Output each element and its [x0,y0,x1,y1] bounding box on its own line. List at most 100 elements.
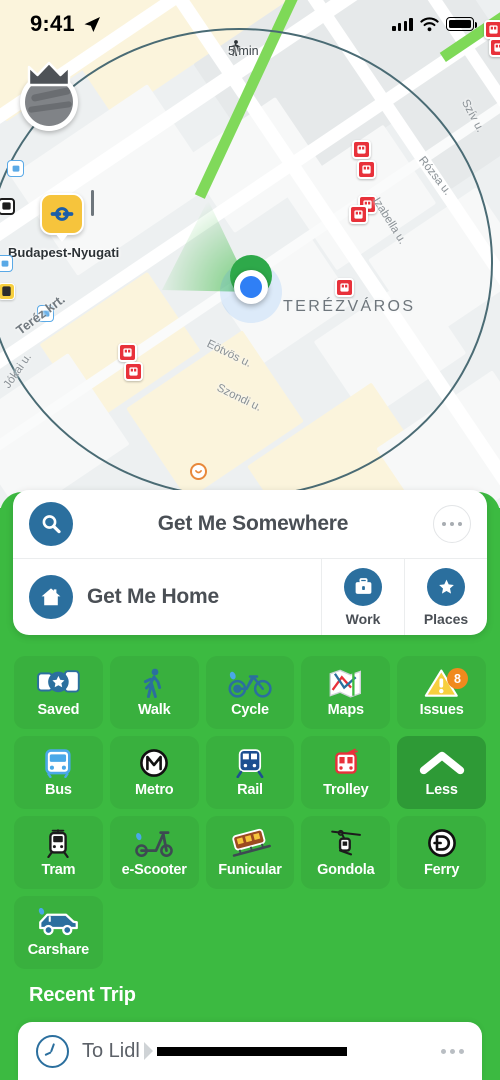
search-overflow-button[interactable] [433,505,471,543]
tile-label: Rail [237,782,263,798]
smiley-icon [195,470,202,474]
transit-poi-pin[interactable] [357,160,376,179]
wifi-icon [420,16,439,31]
tile-rail[interactable]: Rail [205,736,295,809]
metro-m-icon [139,747,169,779]
transit-poi-pin[interactable] [335,278,354,297]
search-icon [42,515,61,534]
tile-bus[interactable]: Bus [14,736,103,809]
tile-maps[interactable]: Maps [301,656,391,729]
get-me-home-button[interactable]: Get Me Home [13,559,321,635]
transit-poi-pin[interactable] [118,343,137,362]
trolley-icon [129,367,138,376]
tile-issues[interactable]: Issues 8 [397,656,486,729]
tile-walk[interactable]: Walk [109,656,199,729]
bus-icon [44,747,72,779]
trolleybus-icon [332,747,360,779]
recent-trip-overflow-button[interactable] [441,1048,464,1054]
search-button[interactable] [29,502,73,546]
tile-carshare[interactable]: Carshare [14,896,103,969]
transit-poi-pin[interactable] [124,362,143,381]
recent-trip-heading: Recent Trip [29,984,136,1006]
clock-icon [36,1034,69,1068]
walk-icon [143,667,165,699]
tile-label: e-Scooter [121,862,187,878]
tile-label: Metro [134,782,174,798]
maps-icon [328,667,363,699]
tram-stop-pin[interactable] [0,283,15,300]
status-bar: 9:41 [0,0,500,48]
status-time-text: 9:41 [30,11,75,36]
home-button-circle [29,575,73,619]
station-label: Budapest-Nyugati [8,245,120,260]
transport-mode-grid: Saved Walk Cycle Maps Issues 8 Bus Metro… [14,656,486,969]
quick-action-work[interactable]: Work [321,559,404,635]
quick-action-places[interactable]: Places [404,559,487,635]
get-me-somewhere-row[interactable]: Get Me Somewhere [13,490,487,558]
tile-metro[interactable]: Metro [109,736,199,809]
rail-icon [236,747,264,779]
trolley-icon [362,165,371,174]
tile-less[interactable]: Less [397,736,486,809]
tile-label: Issues [419,702,464,718]
tile-label: Cycle [231,702,269,718]
station-pole [91,190,94,216]
current-location-dot[interactable] [234,270,268,304]
tile-tram[interactable]: Tram [14,816,103,889]
redacted-destination [143,1041,347,1060]
tile-label: Carshare [27,942,90,958]
home-icon [41,588,61,606]
tile-label: Maps [327,702,364,718]
tile-label: Bus [45,782,72,798]
tile-saved[interactable]: Saved [14,656,103,729]
tile-label: Ferry [423,862,460,878]
home-and-quick-actions-row: Get Me Home Work Places [13,559,487,635]
transit-poi-pin[interactable] [352,140,371,159]
tile-label: Gondola [317,862,375,878]
tile-escooter[interactable]: e-Scooter [109,816,199,889]
escooter-icon [133,827,175,859]
recent-trip-card[interactable]: To Lidl [18,1022,482,1080]
tile-cycle[interactable]: Cycle [205,656,295,729]
tile-label: Less [425,782,458,798]
tile-label: Funicular [218,862,282,878]
get-me-home-label: Get Me Home [87,585,219,608]
places-label: Places [423,610,469,627]
bus-icon [1,260,8,267]
app-screen: 5 min Budapest-Nyugati TERÉZVÁROS Szív u… [0,0,500,1080]
get-me-somewhere-label: Get Me Somewhere [157,512,349,535]
tile-funicular[interactable]: Funicular [205,816,295,889]
carshare-icon [36,907,81,939]
tile-label: Saved [37,702,80,718]
tile-label: Tram [41,862,76,878]
location-arrow-icon [84,16,100,32]
tram-icon [45,827,71,859]
bottom-sheet: Get Me Somewhere Get Me Home Work Places… [0,490,500,1080]
train-station-icon [50,207,74,221]
district-label: TERÉZVÁROS [283,298,416,315]
bus-stop-pin[interactable] [0,198,15,215]
saved-transit-star-icon [37,667,80,699]
map-view[interactable]: 5 min Budapest-Nyugati TERÉZVÁROS Szív u… [0,0,500,508]
status-time: 9:41 [30,11,101,37]
avatar[interactable] [20,61,78,131]
work-label: Work [345,610,381,627]
bus-stop-pin[interactable] [0,255,13,272]
bus-icon [2,202,11,210]
trolley-icon [340,283,349,292]
tile-trolley[interactable]: Trolley [301,736,391,809]
bus-stop-pin[interactable] [7,160,24,177]
tile-ferry[interactable]: Ferry [397,816,486,889]
bicycle-icon [227,667,273,699]
tile-label: Trolley [323,782,369,798]
work-button-circle [344,567,382,606]
battery-icon [446,17,478,31]
signal-bars-icon [392,17,413,31]
transit-poi-pin[interactable] [349,205,368,224]
tile-gondola[interactable]: Gondola [301,816,391,889]
poi-pin[interactable] [190,463,207,480]
station-marker-budapest-nyugati[interactable] [40,193,84,235]
status-indicators [392,16,478,32]
tile-label: Walk [137,702,171,718]
issues-badge: 8 [447,668,468,689]
